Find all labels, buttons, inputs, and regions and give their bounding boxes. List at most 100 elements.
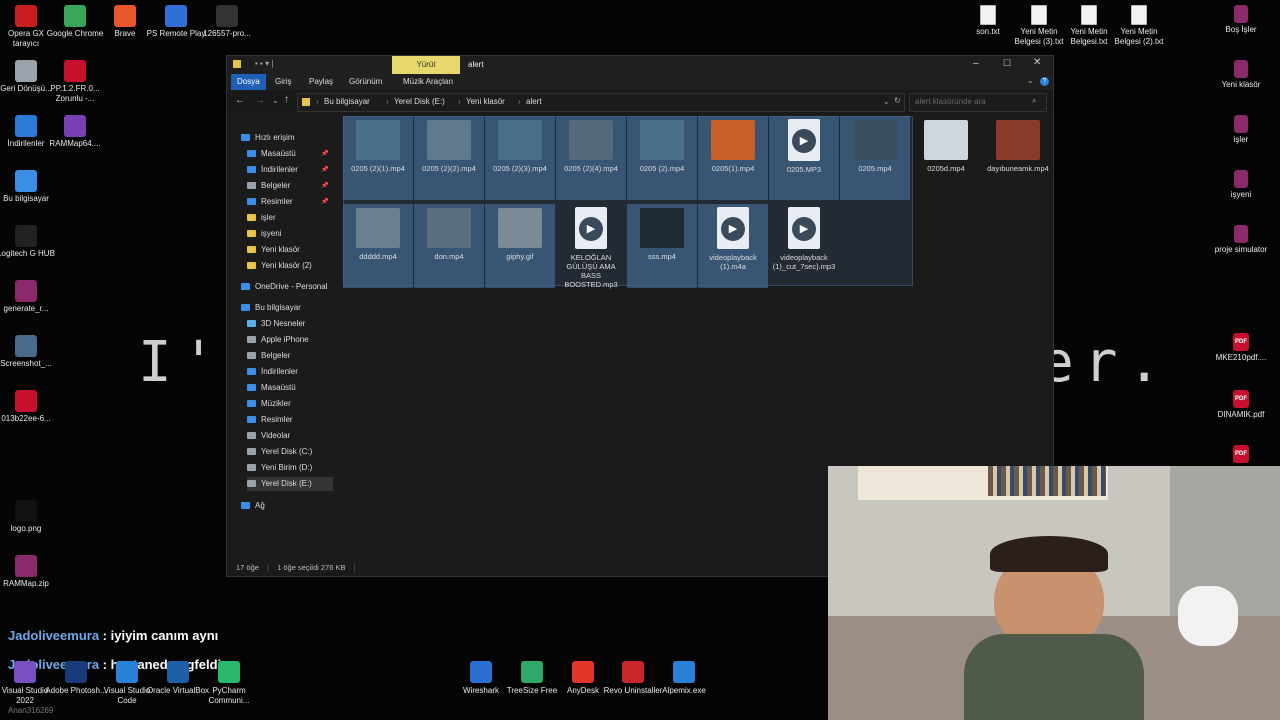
desktop-icon-label: RAMMap.zip bbox=[3, 579, 49, 588]
nav-item-1[interactable]: Masaüstü 📌 bbox=[247, 147, 328, 161]
desktop-icon-15[interactable]: RAMMap.zip bbox=[0, 555, 57, 589]
desktop-icon-right-9[interactable]: PDF MKE210pdf.... bbox=[1210, 333, 1272, 363]
taskbar-app-4[interactable]: PyCharm Communi... bbox=[197, 661, 261, 706]
ribbon-tab-2[interactable]: Paylaş bbox=[303, 74, 339, 90]
nav-item-19[interactable]: Yerel Disk (C:) bbox=[247, 445, 312, 459]
minimize-icon[interactable]: – bbox=[973, 58, 979, 69]
desktop-icon-11[interactable]: generate_r... bbox=[0, 280, 57, 314]
nav-item-22[interactable]: Ağ bbox=[241, 499, 265, 513]
item-count: 17 öğe bbox=[236, 563, 259, 572]
file-item[interactable]: 0205 (2).mp4 bbox=[627, 116, 697, 200]
ribbon-tab-3[interactable]: Görünüm bbox=[343, 74, 388, 90]
nav-item-13[interactable]: Belgeler bbox=[247, 349, 290, 363]
navigation-pane: Hızlı erişim Masaüstü 📌 İndirilenler 📌 Belgel… bbox=[227, 120, 333, 560]
ribbon-tab-1[interactable]: Giriş bbox=[269, 74, 297, 90]
desktop-icon-label: generate_r... bbox=[3, 304, 49, 313]
file-item[interactable]: 0205 (2)(2).mp4 bbox=[414, 116, 484, 200]
nav-item-16[interactable]: Müzikler bbox=[247, 397, 291, 411]
address-dropdown-icon[interactable]: ⌄ bbox=[883, 97, 890, 106]
nav-item-11[interactable]: 3D Nesneler bbox=[247, 317, 305, 331]
desktop-icon bbox=[247, 384, 256, 392]
quick-access-toolbar-icon[interactable]: ▪ ▪ ▾ | bbox=[255, 59, 273, 68]
breadcrumb-item[interactable]: Bu bilgisayar bbox=[324, 97, 370, 106]
nav-item-9[interactable]: OneDrive - Personal bbox=[241, 280, 327, 294]
desktop-icon-right-7[interactable]: işyeni bbox=[1210, 170, 1272, 200]
breadcrumb-item[interactable]: Yeni klasör bbox=[466, 97, 505, 106]
nav-item-10[interactable]: Bu bilgisayar bbox=[241, 301, 301, 315]
folder-icon bbox=[247, 214, 256, 222]
nav-item-3[interactable]: Belgeler 📌 bbox=[247, 179, 328, 193]
file-item[interactable]: ▶ videoplayback (1)_cut_7sec).mp3 bbox=[769, 204, 839, 288]
nav-item-20[interactable]: Yeni Birim (D:) bbox=[247, 461, 312, 475]
ribbon-tab-0[interactable]: Dosya bbox=[231, 74, 266, 90]
audio-file-icon: ▶ bbox=[717, 207, 749, 249]
nav-item-14[interactable]: İndirilenler bbox=[247, 365, 298, 379]
back-arrow-icon[interactable]: ← bbox=[235, 95, 245, 106]
desktop-icon-label: Boş İşler bbox=[1225, 25, 1257, 34]
nav-item-label: Yeni klasör (2) bbox=[261, 261, 312, 270]
desktop-icon-9[interactable]: Bu bilgisayar bbox=[0, 170, 57, 204]
nav-item-17[interactable]: Resimler bbox=[247, 413, 293, 427]
nav-item-4[interactable]: Resimler 📌 bbox=[247, 195, 328, 209]
taskbar-app-9[interactable]: Alpemix.exe bbox=[652, 661, 716, 696]
forward-arrow-icon[interactable]: → bbox=[255, 95, 265, 106]
file-item[interactable]: ▶ 0205.MP3 bbox=[769, 116, 839, 200]
nav-item-label: işler bbox=[261, 213, 276, 222]
desktop-icon-8[interactable]: RAMMap64.... bbox=[44, 115, 106, 149]
desktop-icon-right-8[interactable]: proje simulator bbox=[1210, 225, 1272, 255]
search-box[interactable]: alert klasöründe ara ⌕ bbox=[909, 93, 1047, 112]
search-input[interactable]: alert klasöründe ara bbox=[915, 97, 986, 106]
help-icon[interactable]: ? bbox=[1040, 77, 1049, 86]
file-item[interactable]: 0205 (2)(4).mp4 bbox=[556, 116, 626, 200]
close-icon[interactable]: ✕ bbox=[1033, 57, 1041, 68]
nav-item-label: İndirilenler bbox=[261, 165, 298, 174]
file-item[interactable]: ▶ KELOĞLAN GÜLÜŞÜ AMA BASS BOOSTED.mp3 bbox=[556, 204, 626, 289]
refresh-icon[interactable]: ↻ bbox=[894, 96, 901, 105]
text-file-icon bbox=[1131, 5, 1147, 25]
nav-item-0[interactable]: Hızlı erişim bbox=[241, 131, 295, 145]
file-item[interactable]: 0205 (2)(1).mp4 bbox=[343, 116, 413, 200]
file-item[interactable]: 0205d.mp4 bbox=[911, 116, 981, 200]
file-item[interactable]: sss.mp4 bbox=[627, 204, 697, 288]
file-item[interactable]: giphy.gif bbox=[485, 204, 555, 288]
file-name: don.mp4 bbox=[434, 252, 464, 261]
file-item[interactable]: dayıbuneamk.mp4 bbox=[983, 116, 1053, 200]
desktop-icon-right-3[interactable]: Yeni Metin Belgesi (2).txt bbox=[1108, 5, 1170, 47]
nav-item-2[interactable]: İndirilenler 📌 bbox=[247, 163, 328, 177]
tool-tab-play[interactable]: Yürüt bbox=[392, 56, 460, 74]
desktop-icon-4[interactable]: 126557-pro... bbox=[196, 5, 258, 39]
maximize-icon[interactable]: ☐ bbox=[1003, 58, 1011, 69]
ribbon-tab-4[interactable]: Müzik Araçları bbox=[397, 74, 459, 90]
address-bar[interactable]: ⌄ ↻ › Bu bilgisayar › Yerel Disk (E:) › Yeni … bbox=[297, 93, 905, 112]
file-item[interactable]: 0205 (2)(3).mp4 bbox=[485, 116, 555, 200]
nav-item-8[interactable]: Yeni klasör (2) bbox=[247, 259, 312, 273]
nav-item-6[interactable]: işyeni bbox=[247, 227, 281, 241]
desktop-icon-6[interactable]: PP.1.2.FR.0... Zorunlu -... bbox=[44, 60, 106, 104]
desktop-icon-right-4[interactable]: Boş İşler bbox=[1210, 5, 1272, 35]
file-item[interactable]: don.mp4 bbox=[414, 204, 484, 288]
nav-item-5[interactable]: işler bbox=[247, 211, 276, 225]
desktop-icon-right-5[interactable]: Yeni klasör bbox=[1210, 60, 1272, 90]
file-item[interactable]: 0205.mp4 bbox=[840, 116, 910, 200]
breadcrumb-item[interactable]: Yerel Disk (E:) bbox=[394, 97, 445, 106]
file-name: 0205.MP3 bbox=[786, 165, 822, 174]
file-item[interactable]: 0205(1).mp4 bbox=[698, 116, 768, 200]
nav-item-18[interactable]: Videolar bbox=[247, 429, 290, 443]
ribbon-tabs: ⌄ ? Dosya Giriş Paylaş Görünüm Müzik Araçlar… bbox=[227, 74, 1053, 90]
nav-item-21[interactable]: Yerel Disk (E:) bbox=[247, 477, 333, 491]
desktop-icon-10[interactable]: Logitech G HUB bbox=[0, 225, 57, 259]
nav-item-7[interactable]: Yeni klasör bbox=[247, 243, 300, 257]
desktop-icon-12[interactable]: Screenshot_... bbox=[0, 335, 57, 369]
nav-item-12[interactable]: Apple iPhone bbox=[247, 333, 309, 347]
file-item[interactable]: ddddd.mp4 bbox=[343, 204, 413, 288]
breadcrumb-item[interactable]: alert bbox=[526, 97, 542, 106]
desktop-icon-13[interactable]: 013b22ee-6... bbox=[0, 390, 57, 424]
desktop-icon-14[interactable]: logo.png bbox=[0, 500, 57, 534]
up-arrow-icon[interactable]: ↑ bbox=[284, 94, 289, 105]
file-item[interactable]: ▶ videoplayback (1).m4a bbox=[698, 204, 768, 288]
nav-item-15[interactable]: Masaüstü bbox=[247, 381, 296, 395]
desktop-icon-right-10[interactable]: PDF DINAMIK.pdf bbox=[1210, 390, 1272, 420]
chevron-down-icon[interactable]: ⌄ bbox=[1027, 76, 1034, 85]
recent-dropdown-icon[interactable]: ⌄ bbox=[272, 96, 279, 105]
desktop-icon-right-6[interactable]: işler bbox=[1210, 115, 1272, 145]
